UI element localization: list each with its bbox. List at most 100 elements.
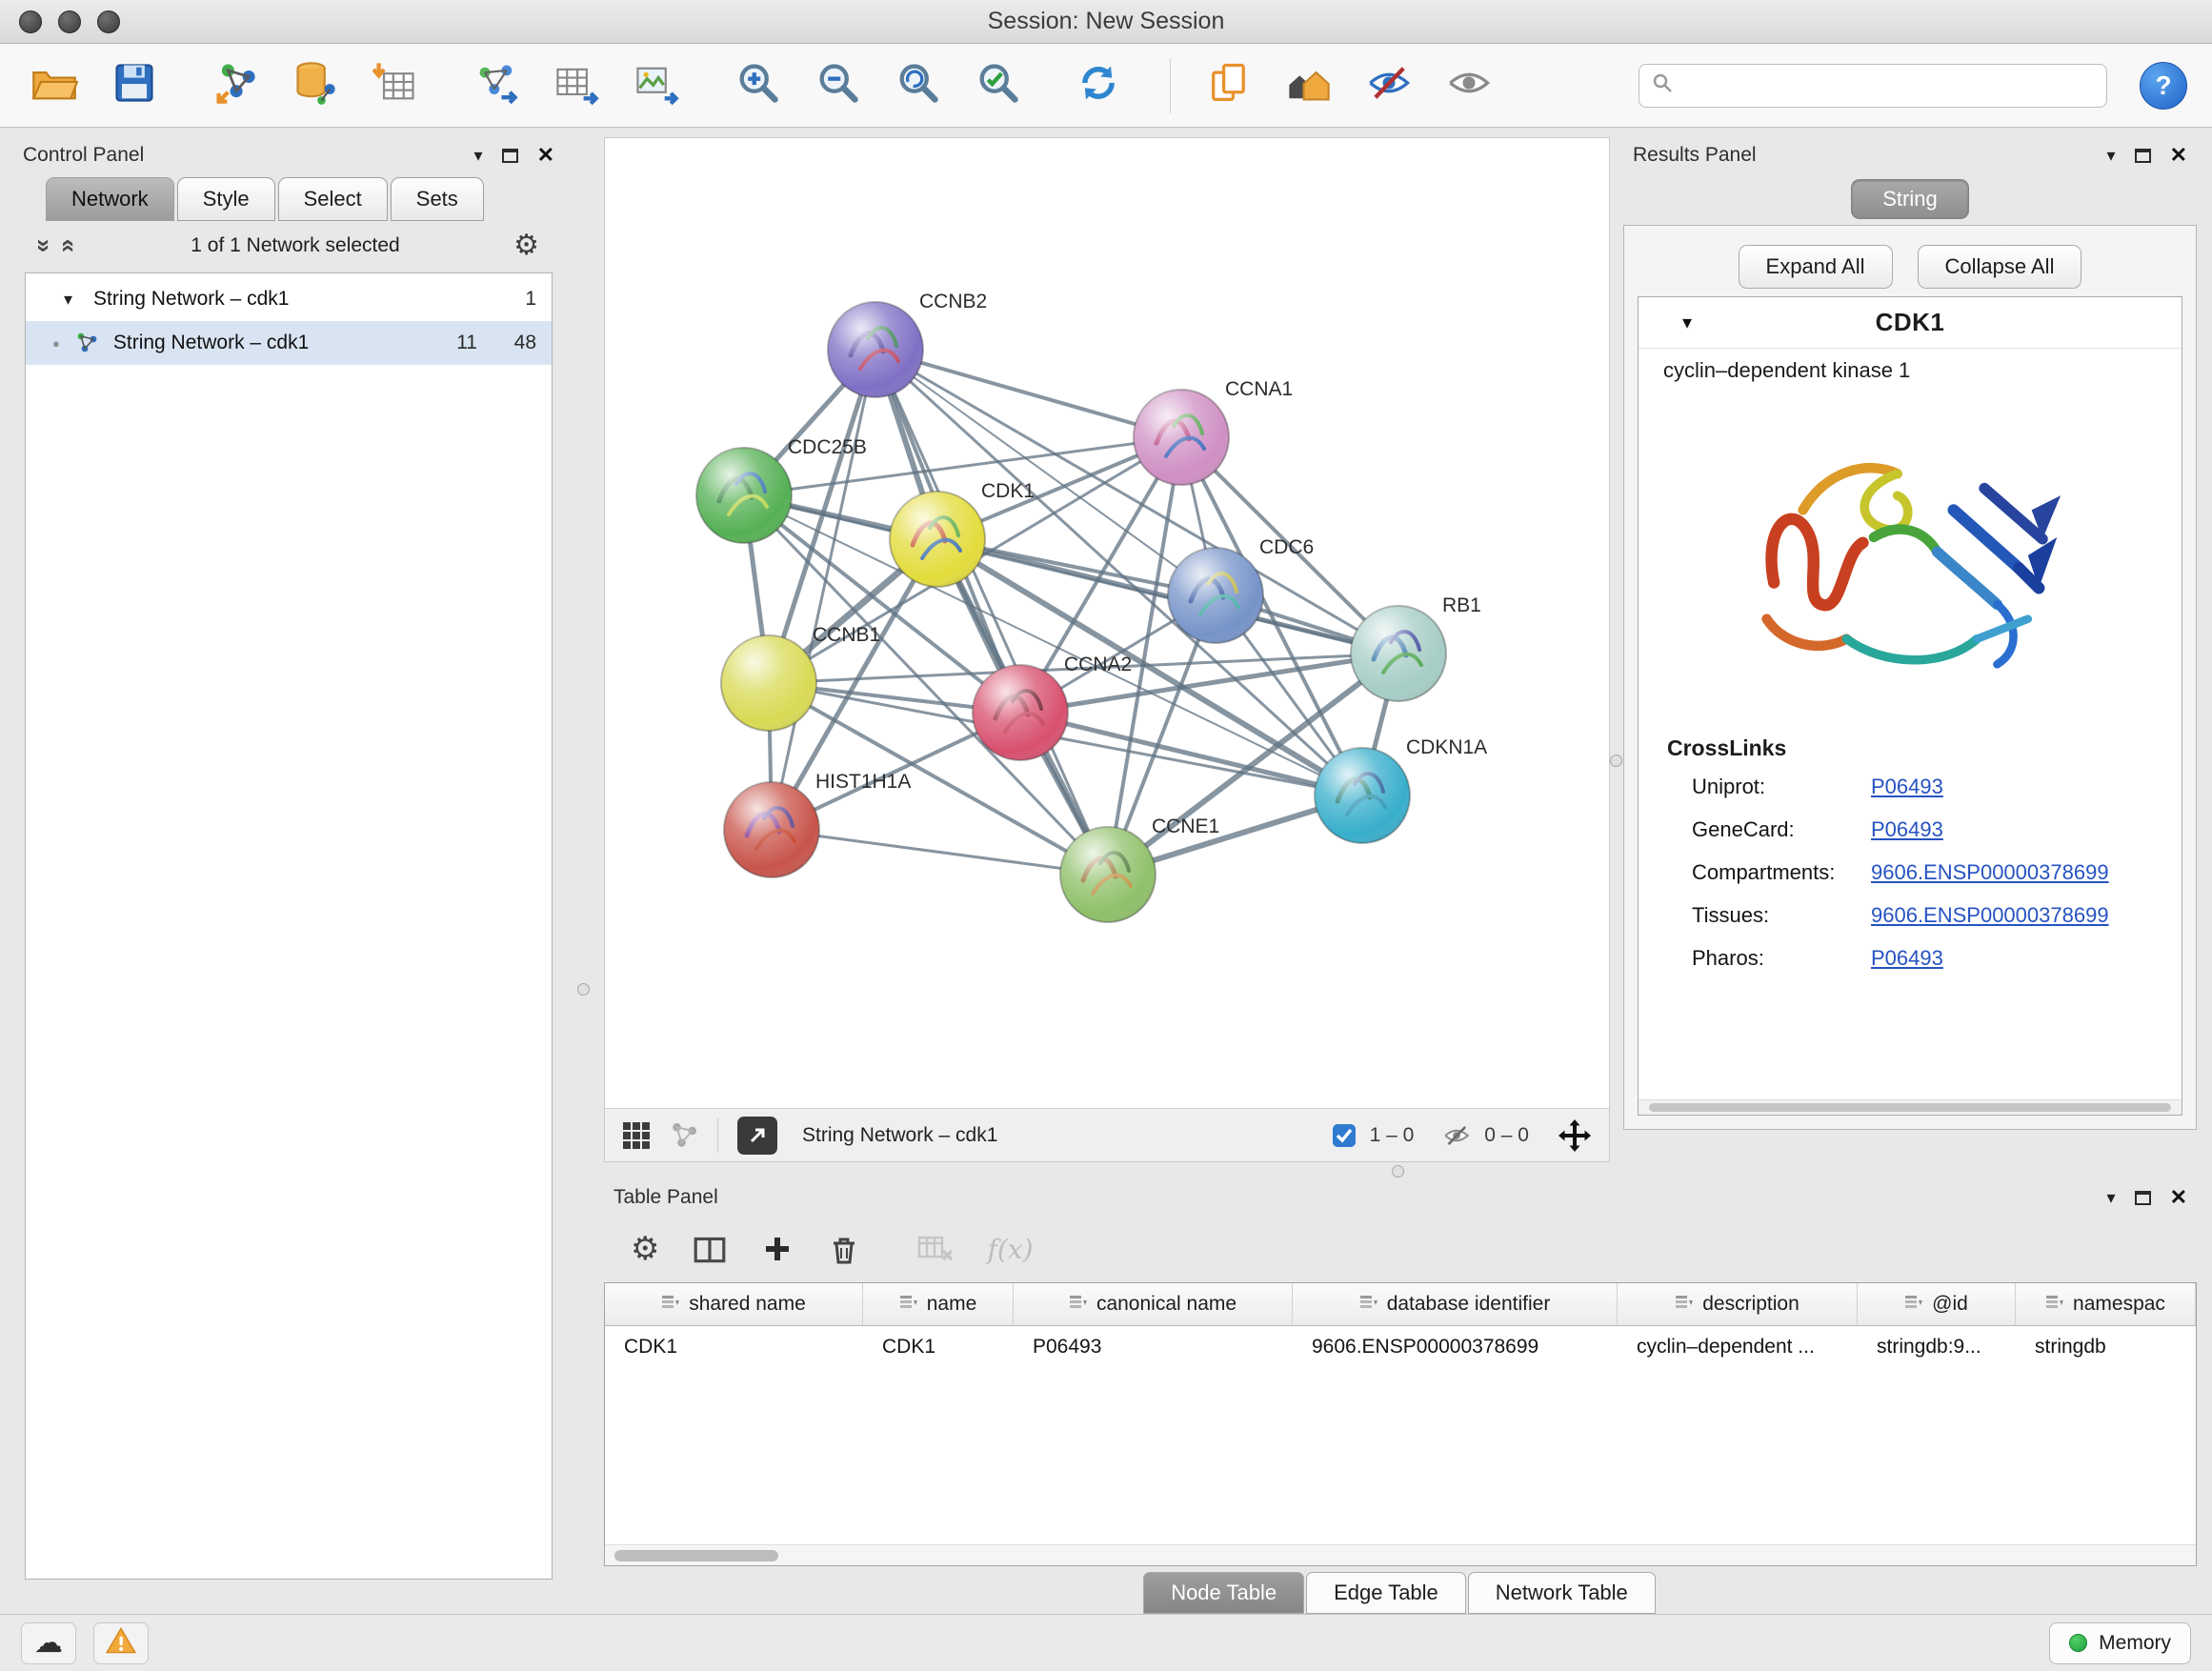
network-edge-HIST1H1A-CCNE1[interactable] (772, 830, 1108, 875)
column-header-canonical-name[interactable]: canonical name (1014, 1283, 1293, 1325)
collapse-all-button[interactable]: Collapse All (1918, 245, 2082, 289)
float-panel-icon[interactable] (502, 149, 518, 163)
collapse-panel-icon[interactable]: ▾ (2107, 147, 2116, 164)
trash-icon[interactable] (827, 1232, 861, 1266)
column-header-description[interactable]: description (1618, 1283, 1858, 1325)
show-graphics-details-button[interactable] (1439, 56, 1498, 115)
selected-checkbox-icon[interactable] (1332, 1123, 1357, 1148)
tab-string[interactable]: String (1851, 179, 1968, 219)
tab-style[interactable]: Style (177, 177, 275, 221)
column-header-database-identifier[interactable]: database identifier (1293, 1283, 1618, 1325)
table-body: CDK1CDK1P064939606.ENSP00000378699cyclin… (605, 1326, 2196, 1544)
save-session-button[interactable] (105, 56, 164, 115)
export-network-button[interactable] (467, 56, 526, 115)
collapse-panel-icon[interactable]: ▾ (2107, 1189, 2116, 1206)
columns-icon[interactable] (692, 1231, 728, 1267)
tab-network-table[interactable]: Network Table (1468, 1572, 1656, 1614)
zoom-selected-button[interactable] (968, 56, 1027, 115)
column-header-namespac[interactable]: namespac (2016, 1283, 2196, 1325)
panel-splitter[interactable] (564, 137, 604, 1614)
zoom-fit-button[interactable] (888, 56, 947, 115)
table-cell[interactable]: CDK1 (863, 1326, 1014, 1368)
delete-table-icon[interactable] (916, 1232, 955, 1266)
network-row[interactable]: ● String Network – cdk1 11 48 (26, 321, 552, 365)
tab-node-table[interactable]: Node Table (1143, 1572, 1304, 1614)
close-window-button[interactable] (19, 10, 42, 33)
toolbar-search[interactable] (1639, 64, 2107, 108)
disclosure-triangle-icon[interactable]: ▾ (1682, 311, 1692, 334)
warnings-button[interactable] (93, 1622, 149, 1664)
table-row[interactable]: CDK1CDK1P064939606.ENSP00000378699cyclin… (605, 1326, 2196, 1368)
network-edge-CCNB2-HIST1H1A[interactable] (772, 350, 875, 830)
column-header-id[interactable]: @id (1858, 1283, 2016, 1325)
tab-sets[interactable]: Sets (391, 177, 484, 221)
export-table-button[interactable] (547, 56, 606, 115)
network-edge-CCNB2-CCNE1[interactable] (875, 350, 1108, 875)
column-header-shared-name[interactable]: shared name (605, 1283, 863, 1325)
hide-graphics-details-button[interactable] (1359, 56, 1418, 115)
tab-network[interactable]: Network (46, 177, 174, 221)
crosslink-row: GeneCard:P06493 (1639, 808, 2182, 851)
home-button[interactable] (1279, 56, 1338, 115)
collapse-all-icon[interactable]: » (32, 239, 57, 252)
import-network-database-button[interactable] (286, 56, 345, 115)
grid-view-icon[interactable] (622, 1121, 651, 1150)
apply-layout-button[interactable] (1069, 56, 1128, 115)
column-header-name[interactable]: name (863, 1283, 1014, 1325)
splitter-handle[interactable] (1392, 1165, 1404, 1178)
export-image-button[interactable] (627, 56, 686, 115)
float-panel-icon[interactable] (2135, 149, 2151, 163)
table-cell[interactable]: P06493 (1014, 1326, 1293, 1368)
splitter-handle[interactable] (577, 983, 590, 996)
table-cell[interactable]: cyclin–dependent ... (1618, 1326, 1858, 1368)
crosslink-link[interactable]: P06493 (1871, 946, 1943, 971)
help-button[interactable]: ? (2140, 62, 2187, 110)
crosslink-link[interactable]: P06493 (1871, 817, 1943, 842)
table-cell[interactable]: stringdb (2016, 1326, 2196, 1368)
network-collection-row[interactable]: ▾ String Network – cdk1 1 (26, 277, 552, 321)
function-builder-icon[interactable]: f(x) (987, 1234, 1033, 1265)
minimize-window-button[interactable] (58, 10, 81, 33)
zoom-out-button[interactable] (808, 56, 867, 115)
export-view-button[interactable] (737, 1117, 777, 1155)
expand-all-icon[interactable]: « (58, 239, 83, 252)
zoom-in-button[interactable] (728, 56, 787, 115)
import-network-file-button[interactable] (206, 56, 265, 115)
scrollbar-thumb[interactable] (1649, 1103, 2170, 1112)
table-cell[interactable]: stringdb:9... (1858, 1326, 2016, 1368)
close-panel-icon[interactable]: ✕ (2170, 1187, 2187, 1208)
search-input[interactable] (1683, 74, 2095, 97)
scrollbar-thumb[interactable] (614, 1550, 778, 1561)
expand-all-button[interactable]: Expand All (1739, 245, 1893, 289)
splitter-handle[interactable] (1610, 755, 1622, 767)
collapse-panel-icon[interactable]: ▾ (474, 147, 483, 164)
add-icon[interactable] (760, 1232, 794, 1266)
open-session-button[interactable] (25, 56, 84, 115)
protein-entry-header[interactable]: ▾ CDK1 (1639, 297, 2182, 349)
float-panel-icon[interactable] (2135, 1191, 2151, 1205)
table-splitter[interactable] (604, 1162, 2212, 1179)
maximize-window-button[interactable] (97, 10, 120, 33)
tab-edge-table[interactable]: Edge Table (1306, 1572, 1466, 1614)
gear-icon[interactable]: ⚙ (631, 1233, 659, 1265)
cloud-button[interactable]: ☁ (21, 1622, 76, 1664)
gear-icon[interactable]: ⚙ (513, 232, 539, 260)
network-overview-icon[interactable] (670, 1121, 698, 1150)
import-table-button[interactable] (366, 56, 425, 115)
tab-select[interactable]: Select (278, 177, 388, 221)
crosslink-link[interactable]: 9606.ENSP00000378699 (1871, 860, 2109, 885)
close-panel-icon[interactable]: ✕ (2170, 145, 2187, 166)
results-panel-header: Results Panel ▾ ✕ (1623, 137, 2197, 173)
crosslink-link[interactable]: 9606.ENSP00000378699 (1871, 903, 2109, 928)
close-panel-icon[interactable]: ✕ (537, 145, 554, 166)
disclosure-triangle-icon[interactable]: ▾ (64, 290, 72, 310)
open-documents-button[interactable] (1199, 56, 1258, 115)
crosslink-link[interactable]: P06493 (1871, 775, 1943, 799)
table-cell[interactable]: CDK1 (605, 1326, 863, 1368)
results-splitter[interactable] (1610, 137, 1623, 1162)
memory-button[interactable]: Memory (2049, 1622, 2191, 1664)
table-cell[interactable]: 9606.ENSP00000378699 (1293, 1326, 1618, 1368)
pan-crosshair-icon[interactable] (1558, 1118, 1592, 1153)
hidden-eye-icon[interactable] (1442, 1121, 1471, 1150)
network-canvas[interactable]: CCNB2CCNA1CDC25BCDK1CDC6RB1CCNB1CCNA2CDK… (605, 138, 1609, 1108)
